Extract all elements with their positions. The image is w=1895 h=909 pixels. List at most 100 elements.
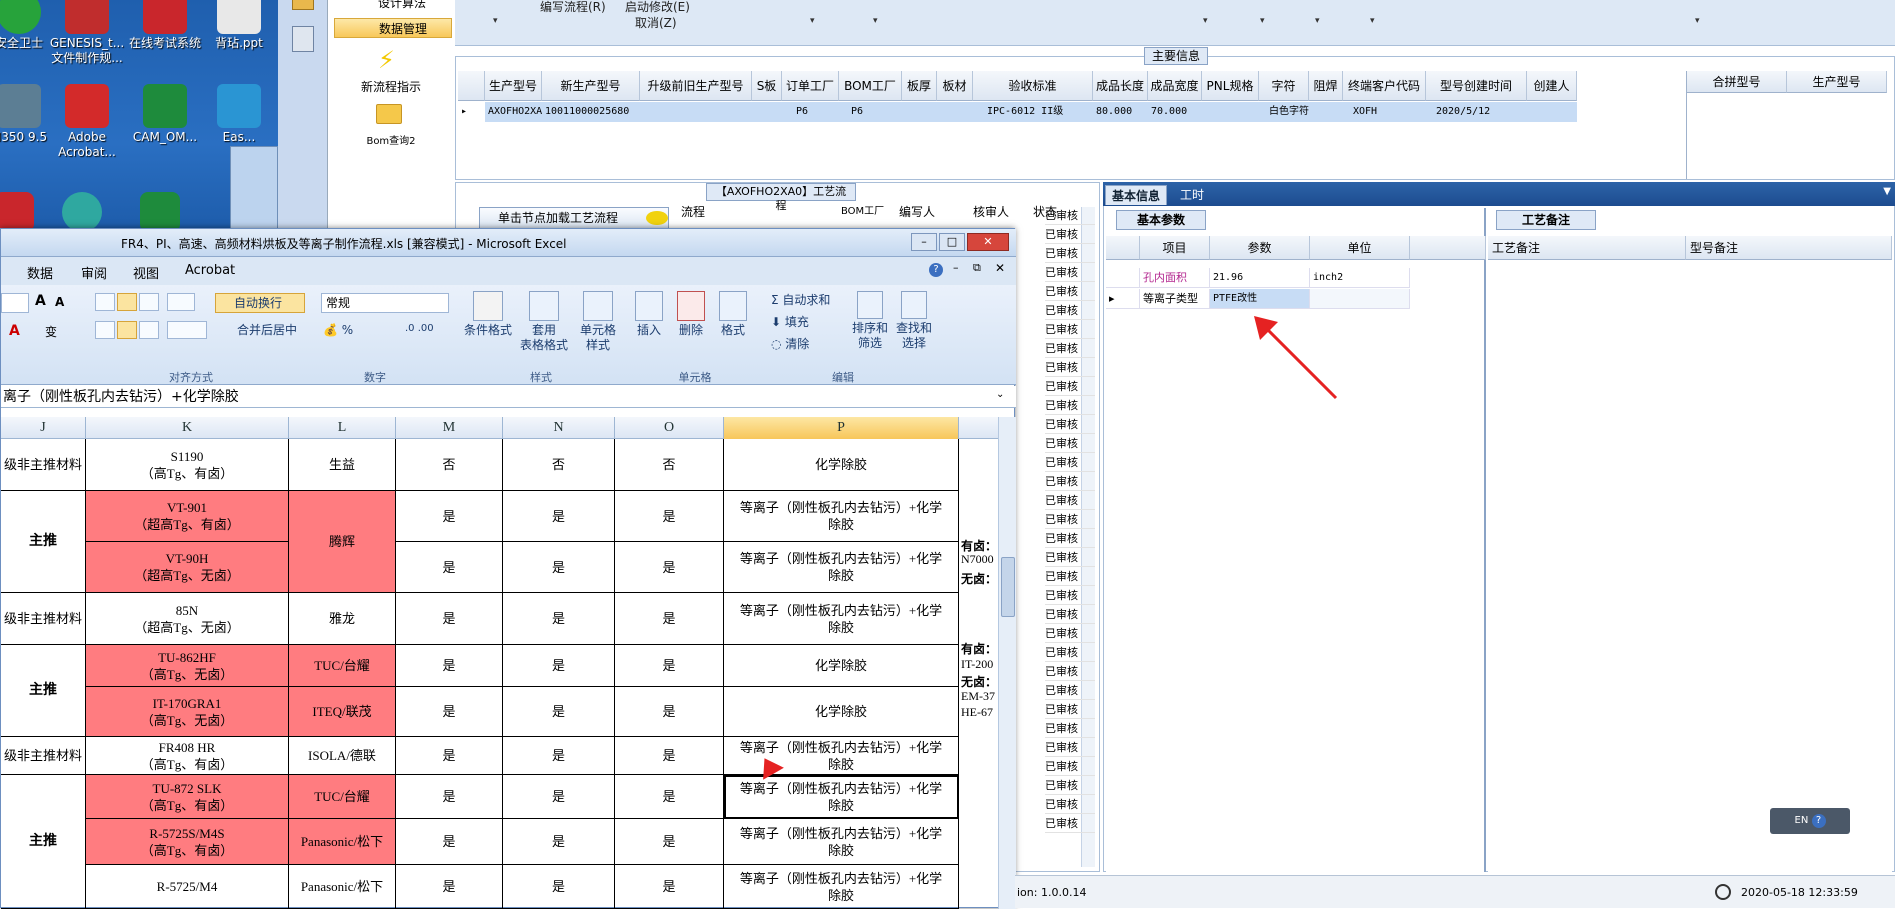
sheet-cell-p[interactable]: 等离子（刚性板孔内去钻污）+化学 除胶 <box>724 542 959 593</box>
desktop-icon-eas[interactable]: Eas... <box>200 84 278 145</box>
sheet-cell-p[interactable]: 等离子（刚性板孔内去钻污）+化学 除胶 <box>724 491 959 542</box>
sort-filter-button[interactable]: 排序和 筛选 <box>849 291 891 351</box>
formula-bar[interactable]: 离子（刚性板孔内去钻污）+化学除胶 <box>1 386 1016 408</box>
sheet-cell-n[interactable]: 是 <box>503 737 615 775</box>
table-cell[interactable] <box>752 102 782 122</box>
align-left-icon[interactable] <box>95 321 115 339</box>
cancel-button[interactable]: 取消(Z) <box>635 14 677 31</box>
phonetic-icon[interactable]: 变 <box>45 323 57 340</box>
table-cell[interactable]: XOFH <box>1343 102 1426 122</box>
col-M[interactable]: M <box>396 417 503 439</box>
ribbon-restore-icon[interactable]: ⧉ <box>973 261 981 275</box>
delete-button[interactable]: 删除 <box>671 291 711 338</box>
sheet-cell-q[interactable]: IT-200 <box>961 657 993 672</box>
sheet-cell-p[interactable]: 等离子（刚性板孔内去钻污）+化学 除胶 <box>724 775 959 819</box>
language-bar[interactable]: EN ? <box>1770 808 1850 834</box>
sheet-cell-l[interactable]: TUC/台耀 <box>289 645 396 687</box>
table-cell[interactable]: 10011000025680 <box>542 102 640 122</box>
dropdown-arrow-icon[interactable]: ▾ <box>810 16 815 26</box>
sheet-cell-m[interactable]: 是 <box>396 645 503 687</box>
sheet-cell-o[interactable]: 否 <box>615 439 724 491</box>
sheet-cell-o[interactable]: 是 <box>615 775 724 819</box>
sheet-cell-k[interactable]: TU-862HF （高Tg、无卤） <box>86 645 289 687</box>
sheet-cell-k[interactable]: S1190 （高Tg、有卤） <box>86 439 289 491</box>
sheet-cell-m[interactable]: 是 <box>396 542 503 593</box>
tab-view[interactable]: 视图 <box>133 263 159 282</box>
table-cell[interactable]: 白色字符 <box>1259 102 1309 122</box>
tab-work-hours[interactable]: 工时 <box>1174 185 1210 205</box>
table-cell[interactable]: P6 <box>782 102 839 122</box>
nav-item-design-algorithm[interactable]: 设计算法 <box>334 0 452 12</box>
help-icon[interactable]: ? <box>1811 814 1826 828</box>
sheet-cell-j[interactable]: 主推 <box>1 775 86 909</box>
col-L[interactable]: L <box>289 417 396 439</box>
sheet-cell-o[interactable]: 是 <box>615 491 724 542</box>
sheet-cell-o[interactable]: 是 <box>615 542 724 593</box>
fill-button[interactable]: ⬇ 填充 <box>771 313 809 330</box>
sheet-cell-l[interactable]: 生益 <box>289 439 396 491</box>
desktop-icon-ppt[interactable]: 背玷.ppt <box>200 0 278 51</box>
table-cell[interactable]: AXOFHO2XA0 <box>485 102 548 122</box>
help-icon[interactable]: ? <box>929 263 943 277</box>
sheet-cell-k[interactable]: R-5725S/M4S （高Tg、有卤） <box>86 819 289 865</box>
font-color-icon[interactable]: A <box>9 323 20 339</box>
align-top-icon[interactable] <box>95 293 115 311</box>
sheet-cell-o[interactable]: 是 <box>615 865 724 909</box>
sheet-cell-p[interactable]: 等离子（刚性板孔内去钻污）+化学 除胶 <box>724 593 959 645</box>
sheet-cell-p[interactable]: 化学除胶 <box>724 439 959 491</box>
shrink-font-icon[interactable]: A <box>55 295 64 309</box>
sheet-cell-m[interactable]: 是 <box>396 491 503 542</box>
calculator-icon[interactable] <box>292 26 314 52</box>
row-indicator[interactable]: ▸ <box>1106 289 1140 309</box>
table-cell[interactable]: P6 <box>839 102 902 122</box>
sheet-cell-n[interactable]: 是 <box>503 645 615 687</box>
vertical-scrollbar[interactable] <box>998 417 1016 909</box>
table-cell[interactable] <box>937 102 973 122</box>
sheet-cell-o[interactable]: 是 <box>615 819 724 865</box>
sheet-cell-q[interactable]: 无卤： <box>961 673 997 690</box>
nav-item-data-management[interactable]: 数据管理 <box>334 18 452 38</box>
sheet-cell-q[interactable]: 有卤： <box>961 640 997 657</box>
sheet-cell-n[interactable]: 是 <box>503 593 615 645</box>
sheet-cell-n[interactable]: 否 <box>503 439 615 491</box>
table-cell[interactable] <box>902 102 937 122</box>
format-button[interactable]: 格式 <box>713 291 753 338</box>
align-right-icon[interactable] <box>139 321 159 339</box>
restore-button[interactable]: □ <box>939 233 965 251</box>
table-cell[interactable]: 80.000 <box>1093 102 1148 122</box>
sheet-cell-m[interactable]: 是 <box>396 737 503 775</box>
dropdown-arrow-icon[interactable]: ▾ <box>1695 16 1700 26</box>
sheet-cell-m[interactable]: 是 <box>396 687 503 737</box>
indent-icon[interactable] <box>167 321 207 339</box>
scroll-thumb[interactable] <box>1001 557 1015 617</box>
sheet-cell-j[interactable]: 主推 <box>1 645 86 737</box>
tab-basic-info[interactable]: 基本信息 <box>1105 185 1168 205</box>
insert-button[interactable]: 插入 <box>629 291 669 338</box>
dropdown-arrow-icon[interactable]: ▾ <box>1260 16 1265 26</box>
sheet-cell-p[interactable]: 化学除胶 <box>724 687 959 737</box>
sheet-cell-k[interactable]: VT-90H （超高Tg、无卤） <box>86 542 289 593</box>
sheet-cell-l[interactable]: ISOLA/德联 <box>289 737 396 775</box>
sheet-cell-j[interactable]: 级非主推材料 <box>1 737 86 775</box>
table-cell[interactable] <box>1202 102 1259 122</box>
nav-item-bom-query[interactable]: Bom查询2 <box>330 132 452 147</box>
table-cell[interactable]: 70.000 <box>1148 102 1202 122</box>
clear-button[interactable]: ◌ 清除 <box>771 335 809 352</box>
sheet-cell-o[interactable]: 是 <box>615 645 724 687</box>
font-size-dropdown[interactable] <box>1 293 29 313</box>
dropdown-arrow-icon[interactable]: ▾ <box>873 16 878 26</box>
sheet-cell-k[interactable]: IT-170GRA1 （高Tg、无卤） <box>86 687 289 737</box>
tab-review[interactable]: 审阅 <box>81 263 107 282</box>
number-format-dropdown[interactable]: 常规 <box>321 293 449 313</box>
sheet-cell-l[interactable]: Panasonic/松下 <box>289 819 396 865</box>
param-value[interactable]: PTFE改性 <box>1210 289 1310 309</box>
sheet-cell-o[interactable]: 是 <box>615 737 724 775</box>
sheet-cell-j[interactable]: 级非主推材料 <box>1 593 86 645</box>
write-flow-button[interactable]: 编写流程(R) <box>540 0 606 15</box>
sheet-cell-l[interactable]: 腾辉 <box>289 491 396 593</box>
tab-process-notes[interactable]: 工艺备注 <box>1496 210 1596 230</box>
chevron-down-icon[interactable]: ▼ <box>1883 186 1891 197</box>
sheet-cell-k[interactable]: TU-872 SLK （高Tg、有卤） <box>86 775 289 819</box>
sheet-cell-l[interactable]: Panasonic/松下 <box>289 865 396 909</box>
sheet-cell-o[interactable]: 是 <box>615 593 724 645</box>
